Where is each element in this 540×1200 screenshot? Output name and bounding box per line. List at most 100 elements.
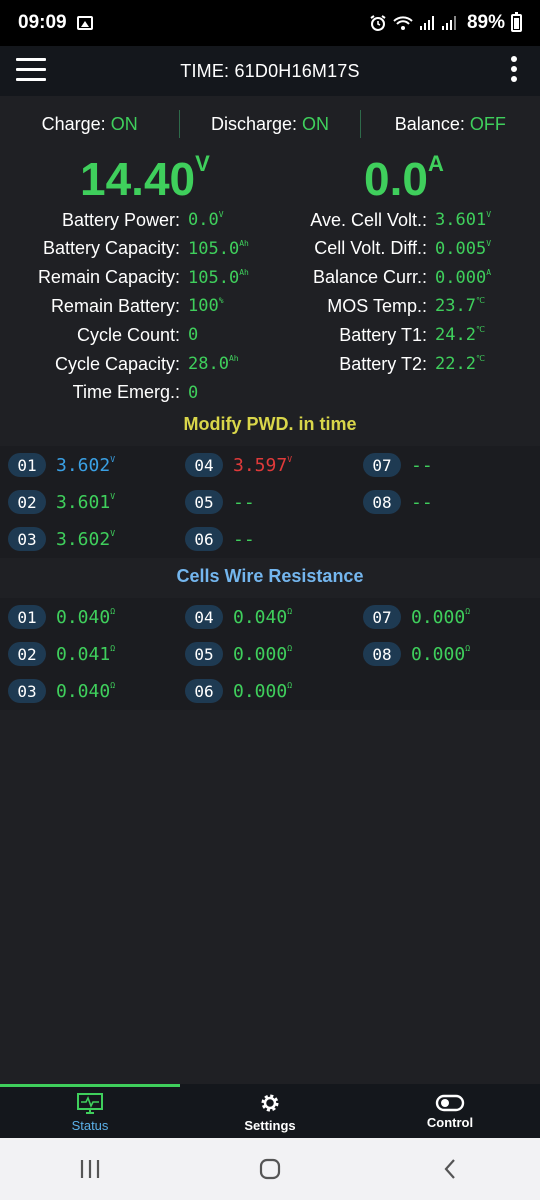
left-stat-row: Time Emerg.: 0 (0, 379, 199, 407)
signal-icon (419, 16, 434, 30)
balance-value: OFF (469, 113, 506, 134)
toggle-icon (435, 1094, 465, 1111)
cell-value-number: 0.040 (56, 606, 111, 628)
cell-number-badge: 06 (185, 527, 223, 551)
cell-value-number: 3.602 (56, 454, 111, 476)
tab-control[interactable]: Control (360, 1084, 540, 1138)
stat-value-number: 22.2 (435, 354, 476, 374)
tab-settings[interactable]: Settings (180, 1084, 360, 1138)
cell-value-number: -- (233, 491, 255, 513)
stat-value-unit: V (486, 210, 492, 219)
tab-control-label: Control (426, 1114, 474, 1130)
recents-button[interactable] (60, 1149, 120, 1189)
cell-value-unit: V (110, 454, 116, 464)
cell-value: 0.000Ω (233, 681, 292, 702)
stat-value: 3.601V (435, 210, 491, 230)
total-voltage-value: 14.40 (80, 153, 196, 205)
cell-item: 07 0.000Ω (363, 604, 470, 630)
system-nav-bar (0, 1138, 540, 1200)
right-stat-row: Cell Volt. Diff.: 0.005V (0, 235, 491, 263)
cell-value-number: 0.000 (411, 643, 466, 665)
stat-value: 23.7℃ (435, 296, 485, 316)
total-current-unit: A (427, 150, 444, 176)
stat-value-unit: A (486, 267, 492, 277)
stat-value-number: 0.000 (435, 267, 487, 288)
cell-number-badge: 04 (185, 453, 223, 477)
cell-value: 0.041Ω (56, 644, 115, 665)
cell-value: 0.040Ω (56, 607, 115, 628)
stat-label: Cell Volt. Diff.: (314, 238, 427, 259)
right-stat-row: Balance Curr.: 0.000A (0, 264, 491, 292)
discharge-label: Discharge: (210, 113, 303, 134)
back-button[interactable] (420, 1149, 480, 1189)
menu-icon[interactable] (16, 58, 46, 82)
stat-value: 22.2℃ (435, 354, 485, 374)
cell-number-badge: 02 (8, 642, 46, 666)
cell-value: 3.601V (56, 492, 115, 513)
right-stat-row: MOS Temp.: 23.7℃ (0, 292, 485, 320)
stat-value-number: 0.005 (435, 238, 487, 259)
cell-value: -- (411, 455, 433, 476)
cell-value-number: 0.000 (411, 606, 466, 628)
stat-value-number: 23.7 (435, 296, 476, 317)
cell-value-number: 0.000 (233, 643, 288, 665)
cell-value-unit: V (110, 491, 116, 501)
cell-number-badge: 04 (185, 605, 223, 629)
cell-value-number: 0.000 (233, 680, 288, 702)
gallery-icon (76, 16, 93, 30)
total-voltage: 14.40V (80, 151, 210, 206)
tab-settings-label: Settings (244, 1117, 296, 1133)
cell-item: 06 -- (185, 526, 255, 552)
cell-item: 01 3.602V (8, 452, 115, 478)
cell-item: 01 0.040Ω (8, 604, 115, 630)
cell-value-number: 0.041 (56, 643, 111, 665)
charge-status: Charge: ON (0, 114, 179, 135)
stat-value-number: 0 (188, 382, 199, 403)
status-bar: 09:09 89% (0, 0, 540, 46)
home-button[interactable] (240, 1149, 300, 1189)
recents-icon (80, 1160, 100, 1178)
battery-percent: 89% (466, 12, 505, 33)
total-current-value: 0.0 (364, 153, 428, 205)
discharge-value: ON (302, 113, 330, 134)
home-icon (259, 1158, 281, 1180)
cell-value-number: -- (233, 528, 255, 550)
cell-item: 04 3.597V (185, 452, 292, 478)
cell-number-badge: 08 (363, 642, 401, 666)
cell-item: 03 0.040Ω (8, 678, 115, 704)
cell-value: 3.602V (56, 455, 115, 476)
balance-label: Balance: (394, 113, 470, 134)
cell-item: 06 0.000Ω (185, 678, 292, 704)
stat-value: 0.000A (435, 268, 491, 288)
right-stat-row: Ave. Cell Volt.: 3.601V (0, 206, 491, 234)
cell-number-badge: 02 (8, 490, 46, 514)
tab-status[interactable]: Status (0, 1084, 180, 1138)
stat-value: 0.005V (435, 239, 491, 259)
cell-value-unit: Ω (465, 643, 471, 653)
signal-icon (441, 16, 456, 30)
cell-value-number: 0.040 (56, 680, 111, 702)
cell-value: 0.000Ω (411, 644, 470, 665)
charge-label: Charge: (41, 113, 111, 134)
cell-value: -- (233, 529, 255, 550)
charge-value: ON (110, 113, 138, 134)
stat-value: 24.2℃ (435, 325, 485, 345)
status-icons: 89% (369, 12, 522, 34)
total-current: 0.0A (364, 150, 444, 206)
more-vertical-icon[interactable] (510, 56, 518, 86)
wire-resistance-title: Cells Wire Resistance (176, 566, 364, 586)
app-title: TIME: 61D0H16M17S (180, 60, 360, 81)
cell-number-badge: 06 (185, 679, 223, 703)
stat-label: Battery T1: (339, 324, 427, 345)
cell-value-number: 3.601 (56, 491, 111, 513)
tab-status-label: Status (71, 1118, 109, 1133)
cell-number-badge: 03 (8, 679, 46, 703)
gear-icon (261, 1094, 279, 1111)
cell-item: 02 3.601V (8, 489, 115, 515)
bottom-nav: Status Settings Control (0, 1084, 540, 1138)
cell-value-unit: Ω (110, 643, 116, 653)
battery-icon (511, 12, 522, 32)
cell-value-number: 3.597 (233, 454, 288, 476)
cell-number-badge: 05 (185, 642, 223, 666)
cell-value: 3.597V (233, 455, 292, 476)
